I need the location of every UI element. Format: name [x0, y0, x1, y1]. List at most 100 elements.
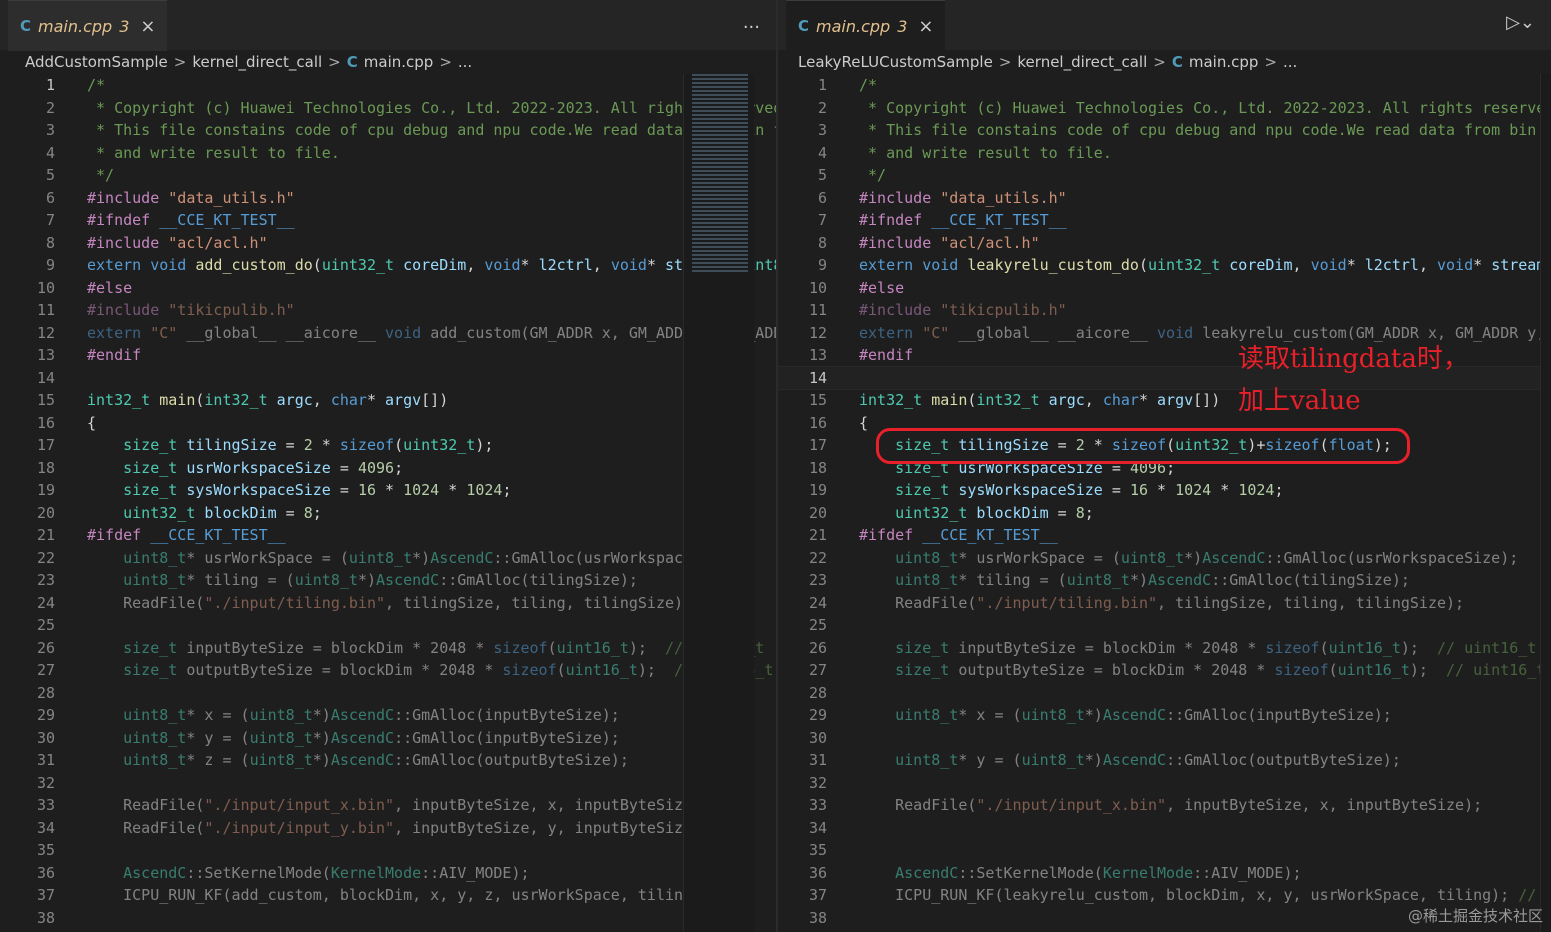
- breadcrumb-item[interactable]: ...: [1283, 53, 1297, 71]
- code-line[interactable]: 34 ReadFile("./input/input_y.bin", input…: [0, 817, 776, 840]
- code-line[interactable]: 15 int32_t main(int32_t argc, char* argv[…: [0, 389, 776, 412]
- code-line[interactable]: 35: [778, 839, 1551, 862]
- code-line[interactable]: 8 #include "acl/acl.h": [0, 232, 776, 255]
- code-text: #include "acl/acl.h": [87, 233, 268, 252]
- editor-pane-left[interactable]: C main.cpp 3 × ... AddCustomSample > ker…: [0, 0, 776, 932]
- run-icon[interactable]: ▷⌄: [1506, 12, 1535, 33]
- code-text: int32_t main(int32_t argc, char* argv[]): [87, 391, 449, 409]
- code-line[interactable]: 13 #endif: [0, 344, 776, 367]
- code-line[interactable]: 16 {: [0, 412, 776, 435]
- code-line[interactable]: 21 #ifdef __CCE_KT_TEST__: [778, 524, 1551, 547]
- editor-pane-right[interactable]: C main.cpp 3 × ▷⌄ LeakyReLUCustomSample …: [778, 0, 1551, 932]
- code-line[interactable]: 23 uint8_t* tiling = (uint8_t*)AscendC::…: [778, 569, 1551, 592]
- code-line[interactable]: 4 * and write result to file.: [778, 142, 1551, 165]
- code-line[interactable]: 24 ReadFile("./input/tiling.bin", tiling…: [0, 592, 776, 615]
- code-line[interactable]: 37 ICPU_RUN_KF(add_custom, blockDim, x, …: [0, 884, 776, 907]
- code-editor[interactable]: 1 /* 2 * Copyright (c) Huawei Technologies…: [778, 74, 1551, 932]
- line-number: 21: [36, 526, 55, 544]
- code-line[interactable]: 32: [778, 772, 1551, 795]
- code-line[interactable]: 1 /*: [0, 74, 776, 97]
- code-line[interactable]: 25: [0, 614, 776, 637]
- code-line[interactable]: 11 #include "tikicpulib.h": [0, 299, 776, 322]
- code-line[interactable]: 20 uint32_t blockDim = 8;: [778, 502, 1551, 525]
- scrollbar[interactable]: [1540, 74, 1551, 932]
- code-line[interactable]: 36 AscendC::SetKernelMode(KernelMode::AI…: [778, 862, 1551, 885]
- code-line[interactable]: 7 #ifndef __CCE_KT_TEST__: [0, 209, 776, 232]
- code-line[interactable]: 24 ReadFile("./input/tiling.bin", tiling…: [778, 592, 1551, 615]
- code-line[interactable]: 9 extern void leakyrelu_custom_do(uint32_…: [778, 254, 1551, 277]
- code-line[interactable]: 19 size_t sysWorkspaceSize = 16 * 1024 *…: [778, 479, 1551, 502]
- code-line[interactable]: 3 * This file constains code of cpu debu…: [778, 119, 1551, 142]
- more-actions-button[interactable]: ...: [743, 12, 760, 33]
- code-line[interactable]: 12 extern "C" __global__ __aicore__ void …: [0, 322, 776, 345]
- code-line[interactable]: 35: [0, 839, 776, 862]
- code-line[interactable]: 34: [778, 817, 1551, 840]
- code-line[interactable]: 11 #include "tikicpulib.h": [778, 299, 1551, 322]
- code-line[interactable]: 31 uint8_t* y = (uint8_t*)AscendC::GmAll…: [778, 749, 1551, 772]
- code-line[interactable]: 1 /*: [778, 74, 1551, 97]
- code-line[interactable]: 28: [0, 682, 776, 705]
- code-line[interactable]: 2 * Copyright (c) Huawei Technologies Co…: [0, 97, 776, 120]
- code-line[interactable]: 5 */: [0, 164, 776, 187]
- code-line[interactable]: 21 #ifdef __CCE_KT_TEST__: [0, 524, 776, 547]
- code-line[interactable]: 14: [0, 367, 776, 390]
- code-text: size_t tilingSize = 2 * sizeof(uint32_t)…: [123, 436, 494, 454]
- code-line[interactable]: 25: [778, 614, 1551, 637]
- code-line[interactable]: 26 size_t inputByteSize = blockDim * 204…: [778, 637, 1551, 660]
- breadcrumb-item[interactable]: LeakyReLUCustomSample: [798, 53, 993, 71]
- code-line[interactable]: 30 uint8_t* y = (uint8_t*)AscendC::GmAll…: [0, 727, 776, 750]
- tab-main-cpp[interactable]: C main.cpp 3 ×: [8, 0, 168, 51]
- breadcrumb-item[interactable]: main.cpp: [1189, 53, 1259, 71]
- code-line[interactable]: 2 * Copyright (c) Huawei Technologies Co…: [778, 97, 1551, 120]
- breadcrumb-item[interactable]: ...: [458, 53, 472, 71]
- code-line[interactable]: 20 uint32_t blockDim = 8;: [0, 502, 776, 525]
- breadcrumb-item[interactable]: AddCustomSample: [25, 53, 168, 71]
- breadcrumb-item[interactable]: kernel_direct_call: [1017, 53, 1147, 71]
- code-line[interactable]: 10 #else: [0, 277, 776, 300]
- code-line[interactable]: 3 * This file constains code of cpu debu…: [0, 119, 776, 142]
- code-line[interactable]: 26 size_t inputByteSize = blockDim * 204…: [0, 637, 776, 660]
- code-line[interactable]: 23 uint8_t* tiling = (uint8_t*)AscendC::…: [0, 569, 776, 592]
- code-line[interactable]: 9 extern void add_custom_do(uint32_t core…: [0, 254, 776, 277]
- minimap[interactable]: [683, 74, 754, 932]
- code-line[interactable]: 6 #include "data_utils.h": [0, 187, 776, 210]
- code-line[interactable]: 8 #include "acl/acl.h": [778, 232, 1551, 255]
- tab-bar: C main.cpp 3 × ...: [0, 0, 776, 51]
- code-line[interactable]: 33 ReadFile("./input/input_x.bin", input…: [778, 794, 1551, 817]
- code-line[interactable]: 29 uint8_t* x = (uint8_t*)AscendC::GmAll…: [0, 704, 776, 727]
- code-line[interactable]: 17 size_t tilingSize = 2 * sizeof(uint32…: [0, 434, 776, 457]
- line-number: 19: [808, 481, 827, 499]
- code-line[interactable]: 36 AscendC::SetKernelMode(KernelMode::AI…: [0, 862, 776, 885]
- close-icon[interactable]: ×: [140, 16, 155, 37]
- code-line[interactable]: 30: [778, 727, 1551, 750]
- code-line[interactable]: 5 */: [778, 164, 1551, 187]
- breadcrumb-item[interactable]: kernel_direct_call: [192, 53, 322, 71]
- code-line[interactable]: 7 #ifndef __CCE_KT_TEST__: [778, 209, 1551, 232]
- code-line[interactable]: 27 size_t outputByteSize = blockDim * 20…: [0, 659, 776, 682]
- code-line[interactable]: 18 size_t usrWorkspaceSize = 4096;: [0, 457, 776, 480]
- code-line[interactable]: 37 ICPU_RUN_KF(leakyrelu_custom, blockDi…: [778, 884, 1551, 907]
- code-line[interactable]: 31 uint8_t* z = (uint8_t*)AscendC::GmAll…: [0, 749, 776, 772]
- code-line[interactable]: 22 uint8_t* usrWorkSpace = (uint8_t*)Asc…: [0, 547, 776, 570]
- code-editor[interactable]: 1 /* 2 * Copyright (c) Huawei Technologies…: [0, 74, 776, 932]
- code-line[interactable]: 15 int32_t main(int32_t argc, char* argv[…: [778, 389, 1551, 412]
- code-line[interactable]: 22 uint8_t* usrWorkSpace = (uint8_t*)Asc…: [778, 547, 1551, 570]
- tab-bar: C main.cpp 3 × ▷⌄: [778, 0, 1551, 51]
- code-line[interactable]: 27 size_t outputByteSize = blockDim * 20…: [778, 659, 1551, 682]
- code-line[interactable]: 38: [0, 907, 776, 930]
- code-line[interactable]: 19 size_t sysWorkspaceSize = 16 * 1024 *…: [0, 479, 776, 502]
- code-line[interactable]: 6 #include "data_utils.h": [778, 187, 1551, 210]
- close-icon[interactable]: ×: [918, 16, 933, 37]
- breadcrumb-item[interactable]: main.cpp: [364, 53, 434, 71]
- line-number: 27: [808, 661, 827, 679]
- code-text: ReadFile("./input/input_x.bin", inputByt…: [87, 796, 711, 814]
- code-line[interactable]: 32: [0, 772, 776, 795]
- code-line[interactable]: 29 uint8_t* x = (uint8_t*)AscendC::GmAll…: [778, 704, 1551, 727]
- code-text: size_t inputByteSize = blockDim * 2048 *…: [123, 638, 776, 657]
- code-line[interactable]: 4 * and write result to file.: [0, 142, 776, 165]
- tab-main-cpp[interactable]: C main.cpp 3 ×: [786, 0, 946, 51]
- code-line[interactable]: 28: [778, 682, 1551, 705]
- code-line[interactable]: 33 ReadFile("./input/input_x.bin", input…: [0, 794, 776, 817]
- chevron-right-icon: >: [998, 53, 1012, 71]
- code-line[interactable]: 10 #else: [778, 277, 1551, 300]
